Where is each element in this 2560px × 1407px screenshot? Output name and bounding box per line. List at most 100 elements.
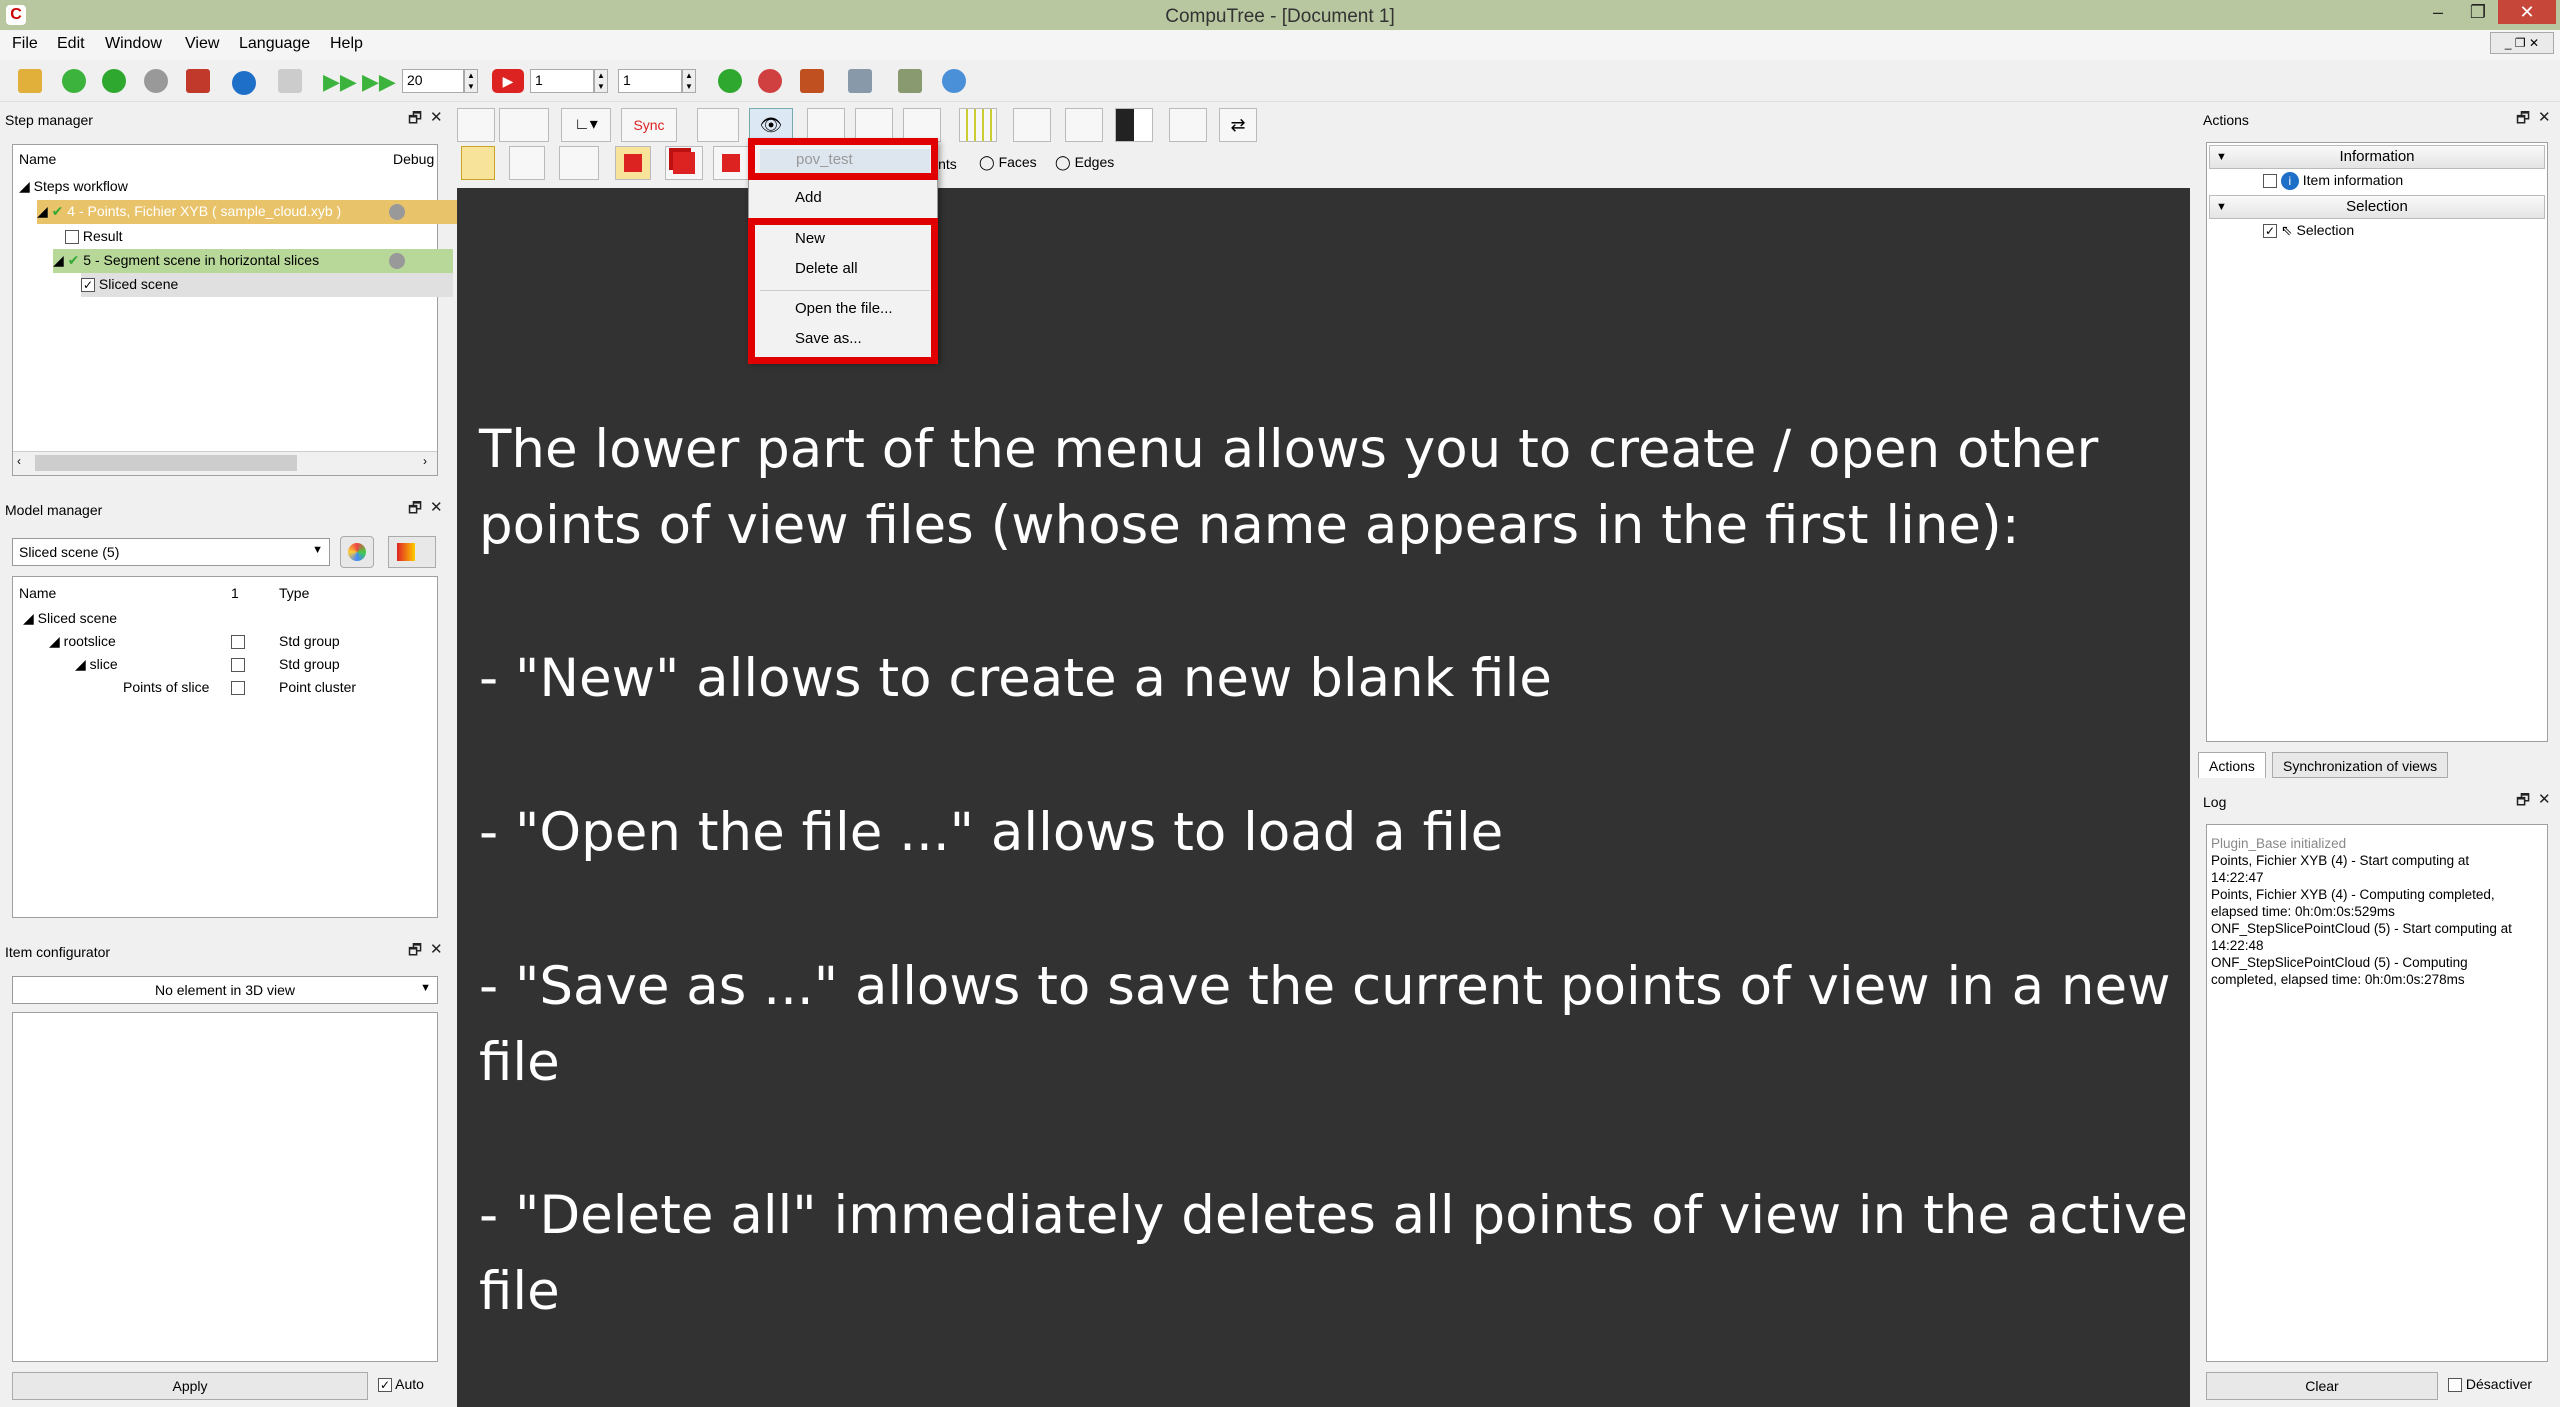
- close-panel-icon[interactable]: ✕: [2538, 108, 2551, 126]
- model-row-checkbox[interactable]: [231, 681, 245, 695]
- help-icon[interactable]: [942, 69, 966, 93]
- col-header-name: Name: [19, 585, 57, 601]
- menu-window[interactable]: Window: [105, 35, 162, 53]
- float-panel-icon[interactable]: 🗗: [408, 498, 422, 523]
- view-3d[interactable]: The lower part of the menu allows you to…: [457, 188, 2190, 1407]
- float-panel-icon[interactable]: 🗗: [2516, 790, 2530, 815]
- pov-add-item[interactable]: Add: [795, 189, 822, 206]
- tools-icon[interactable]: [848, 69, 872, 93]
- select-pointer-icon[interactable]: [461, 146, 495, 180]
- restore-button[interactable]: ❐: [2458, 0, 2498, 24]
- views-dropdown-icon[interactable]: [499, 108, 549, 142]
- step-spinbox-b[interactable]: 1: [618, 69, 682, 93]
- tab-synchronization[interactable]: Synchronization of views: [2272, 752, 2449, 778]
- remove-document-icon[interactable]: [758, 69, 782, 93]
- screenshot-icon[interactable]: [807, 108, 845, 142]
- edges-radio[interactable]: ◯ Edges: [1055, 154, 1114, 171]
- float-panel-icon[interactable]: 🗗: [2516, 108, 2530, 133]
- color-palette-icon[interactable]: [340, 536, 374, 568]
- background-color-icon[interactable]: [1115, 108, 1153, 142]
- menu-view[interactable]: View: [185, 35, 219, 53]
- model-row-checkbox[interactable]: [231, 658, 245, 672]
- fast-draw-icon[interactable]: [959, 108, 997, 142]
- step-b-spin-arrows[interactable]: ▲ ▼: [682, 69, 696, 93]
- model-row-rootslice[interactable]: ◢ rootslice: [49, 630, 116, 654]
- point-size-large-icon[interactable]: [903, 108, 941, 142]
- delay-spin-arrows[interactable]: ▲ ▼: [464, 69, 478, 93]
- remove-items-icon[interactable]: [713, 146, 749, 180]
- menu-language[interactable]: Language: [239, 35, 310, 53]
- point-of-view-icon[interactable]: 👁: [749, 108, 793, 142]
- stop-icon[interactable]: [144, 69, 168, 93]
- fit-view-icon[interactable]: [1013, 108, 1051, 142]
- sync-button[interactable]: Sync: [621, 108, 677, 142]
- video-icon[interactable]: ▶: [492, 69, 524, 93]
- save-icon[interactable]: [186, 69, 210, 93]
- close-panel-icon[interactable]: ✕: [430, 940, 443, 958]
- model-row-type: Std group: [279, 633, 340, 649]
- axes-dropdown-icon[interactable]: ∟▾: [561, 108, 611, 142]
- overlay-line: - "Delete all" immediately deletes all p…: [479, 1185, 2188, 1246]
- auto-checkbox[interactable]: ✓ Auto: [378, 1376, 424, 1393]
- close-panel-icon[interactable]: ✕: [430, 498, 443, 516]
- float-panel-icon[interactable]: 🗗: [408, 940, 422, 965]
- add-document-icon[interactable]: [718, 69, 742, 93]
- brush-icon[interactable]: [898, 69, 922, 93]
- log-area[interactable]: Plugin_Base initialized Points, Fichier …: [2206, 824, 2548, 1362]
- clear-log-button[interactable]: Clear: [2206, 1372, 2438, 1400]
- info-icon[interactable]: [232, 71, 256, 95]
- tree-row-workflow[interactable]: ◢ Steps workflow: [19, 175, 128, 199]
- close-panel-icon[interactable]: ✕: [2538, 790, 2551, 808]
- scrollbar-thumb[interactable]: [35, 455, 297, 471]
- debug-toggle-icon[interactable]: [389, 253, 405, 269]
- grid-view-icon[interactable]: [457, 108, 495, 142]
- apply-button[interactable]: Apply: [12, 1372, 368, 1400]
- plugins-icon[interactable]: [278, 69, 302, 93]
- highlight-box-lower-menu: [748, 218, 938, 364]
- mdi-controls[interactable]: _ ❐ ✕: [2490, 32, 2554, 54]
- disable-log-checkbox[interactable]: Désactiver: [2448, 1376, 2532, 1393]
- step-spinbox-a[interactable]: 1: [530, 69, 594, 93]
- tree-row-sliced-scene[interactable]: ✓ Sliced scene: [81, 273, 453, 297]
- step-forward-icon[interactable]: ▶▶: [323, 69, 357, 95]
- menu-help[interactable]: Help: [330, 35, 363, 53]
- select-items-icon[interactable]: [615, 146, 651, 180]
- menu-file[interactable]: File: [12, 35, 38, 53]
- selection-row[interactable]: ✓ ⇖ Selection: [2263, 219, 2354, 243]
- gradient-button[interactable]: [388, 536, 436, 568]
- point-size-small-icon[interactable]: [855, 108, 893, 142]
- item-combo[interactable]: No element in 3D view ▼: [12, 976, 438, 1004]
- model-row-sliced-scene[interactable]: ◢ Sliced scene: [23, 607, 117, 631]
- run-icon[interactable]: [102, 69, 126, 93]
- item-information-row[interactable]: i Item information: [2263, 169, 2403, 193]
- debug-toggle-icon[interactable]: [389, 204, 405, 220]
- add-step-icon[interactable]: [62, 69, 86, 93]
- float-panel-icon[interactable]: 🗗: [408, 108, 422, 133]
- add-items-icon[interactable]: [665, 146, 703, 180]
- tools-view-icon[interactable]: [1065, 108, 1103, 142]
- close-panel-icon[interactable]: ✕: [430, 108, 443, 126]
- model-combo[interactable]: Sliced scene (5) ▼: [12, 538, 330, 566]
- swap-icon[interactable]: ⇄: [1219, 108, 1257, 142]
- model-row-points[interactable]: Points of slice: [123, 676, 209, 700]
- export-icon[interactable]: [1169, 108, 1207, 142]
- tree-row-result[interactable]: Result: [65, 225, 123, 249]
- menu-edit[interactable]: Edit: [57, 35, 85, 53]
- layout-icon[interactable]: [800, 69, 824, 93]
- select-rect-icon[interactable]: [509, 146, 545, 180]
- section-information[interactable]: ▼ Information: [2209, 145, 2545, 169]
- close-button[interactable]: ✕: [2498, 0, 2556, 24]
- section-selection[interactable]: ▼ Selection: [2209, 195, 2545, 219]
- select-poly-icon[interactable]: [559, 146, 599, 180]
- horizontal-scrollbar[interactable]: ‹ ›: [13, 451, 437, 475]
- minimize-button[interactable]: –: [2418, 0, 2458, 24]
- model-row-slice[interactable]: ◢ slice: [75, 653, 118, 677]
- faces-radio[interactable]: ◯ Faces: [979, 154, 1037, 171]
- fast-forward-icon[interactable]: ▶▶: [362, 69, 396, 95]
- camera-dropdown-icon[interactable]: [697, 108, 739, 142]
- tab-actions[interactable]: Actions: [2198, 752, 2266, 778]
- model-row-checkbox[interactable]: [231, 635, 245, 649]
- delay-spinbox[interactable]: 20: [402, 69, 464, 93]
- open-project-icon[interactable]: [18, 69, 42, 93]
- step-a-spin-arrows[interactable]: ▲ ▼: [594, 69, 608, 93]
